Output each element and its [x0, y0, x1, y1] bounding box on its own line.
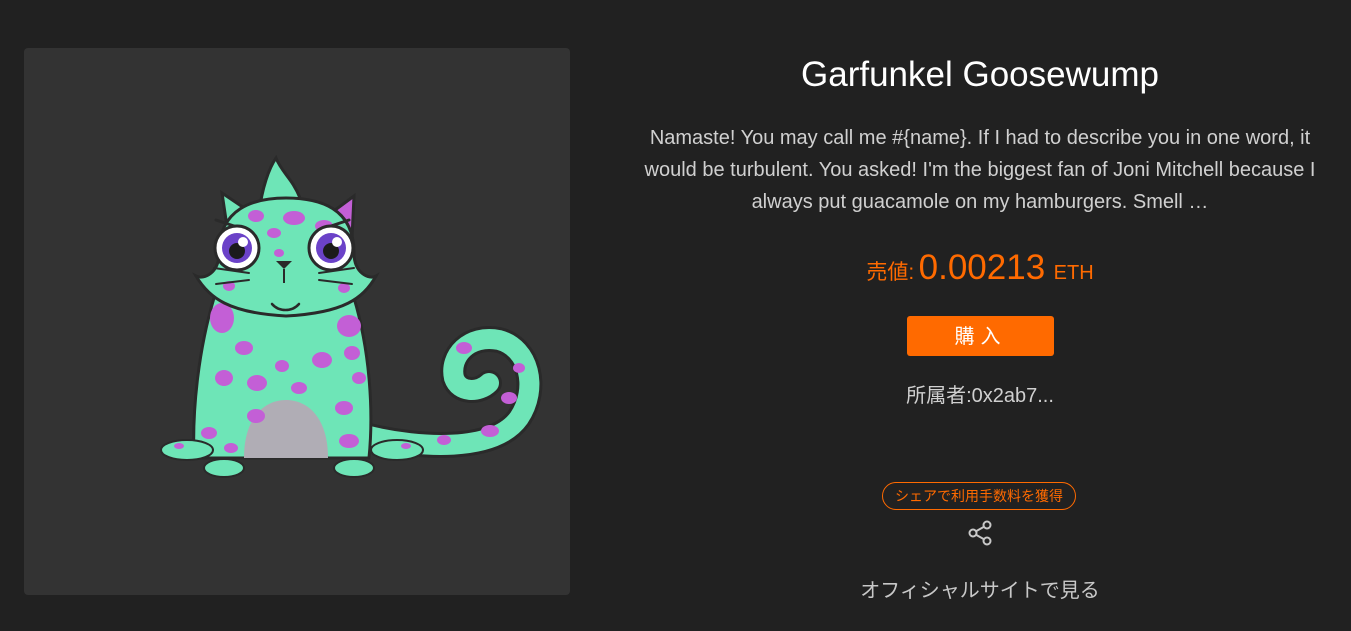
official-site-link[interactable]: オフィシャルサイトで見る: [620, 578, 1340, 604]
share-icon[interactable]: [965, 518, 995, 548]
kitty-info-panel: Garfunkel Goosewump Namaste! You may cal…: [620, 0, 1340, 631]
buy-button[interactable]: 購入: [907, 316, 1054, 356]
kitty-description: Namaste! You may call me #{name}. If I h…: [644, 127, 1316, 213]
kitty-detail-page: Garfunkel Goosewump Namaste! You may cal…: [0, 0, 1351, 631]
owner-address: 所属者:0x2ab7...: [906, 385, 1054, 407]
price-row: 売値: 0.00213 ETH: [620, 248, 1340, 288]
price-label: 売値:: [866, 261, 915, 284]
price-value: 0.00213: [918, 248, 1046, 287]
kitty-illustration: [160, 154, 543, 478]
price-unit: ETH: [1053, 262, 1094, 284]
share-reward-badge: シェアで利用手数料を獲得: [882, 482, 1076, 510]
kitty-name-title: Garfunkel Goosewump: [801, 55, 1159, 94]
kitty-image-card: [24, 48, 570, 595]
